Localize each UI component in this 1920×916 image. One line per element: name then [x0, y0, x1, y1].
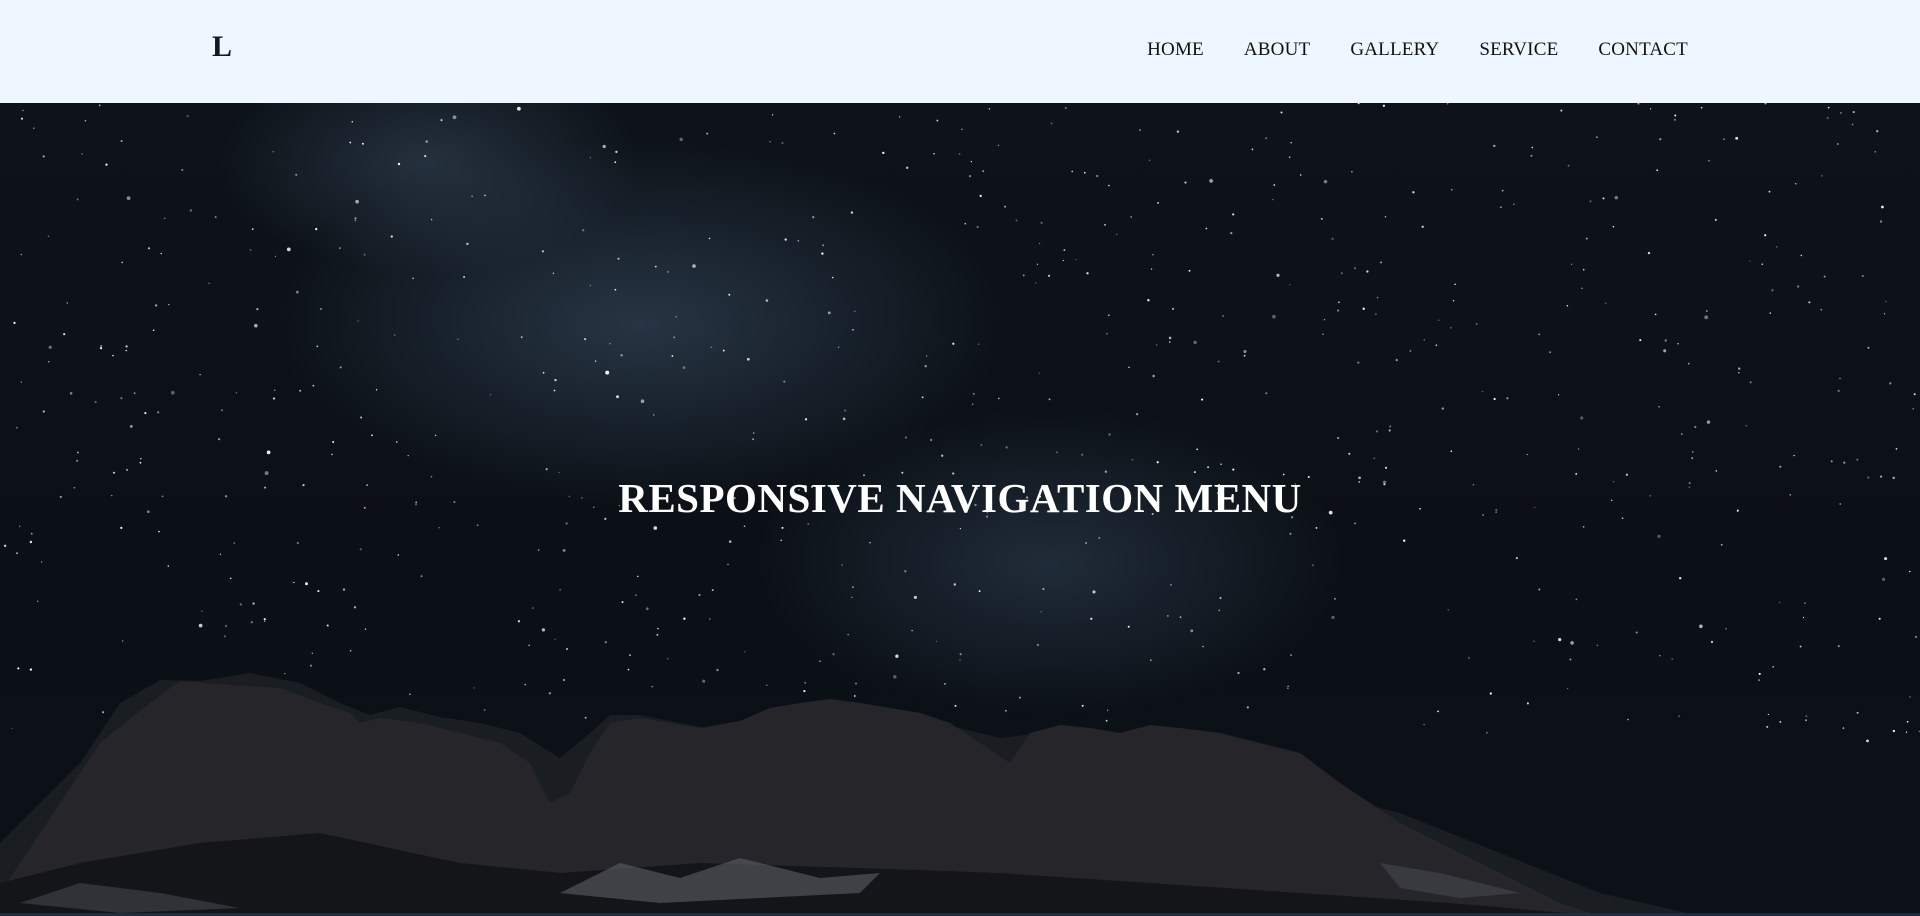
logo[interactable]: L [212, 32, 232, 62]
nav-links: HOME ABOUT GALLERY SERVICE CONTACT [1147, 40, 1688, 59]
nav-link-service[interactable]: SERVICE [1479, 40, 1558, 59]
nav-link-contact[interactable]: CONTACT [1598, 40, 1688, 59]
navbar: L HOME ABOUT GALLERY SERVICE CONTACT [0, 0, 1920, 103]
hero-title: RESPONSIVE NAVIGATION MENU [618, 475, 1302, 521]
nav-link-gallery[interactable]: GALLERY [1350, 40, 1439, 59]
nav-link-about[interactable]: ABOUT [1244, 40, 1310, 59]
hero-section: RESPONSIVE NAVIGATION MENU [0, 103, 1920, 916]
stars-layer [3, 103, 1920, 744]
nav-link-home[interactable]: HOME [1147, 40, 1204, 59]
